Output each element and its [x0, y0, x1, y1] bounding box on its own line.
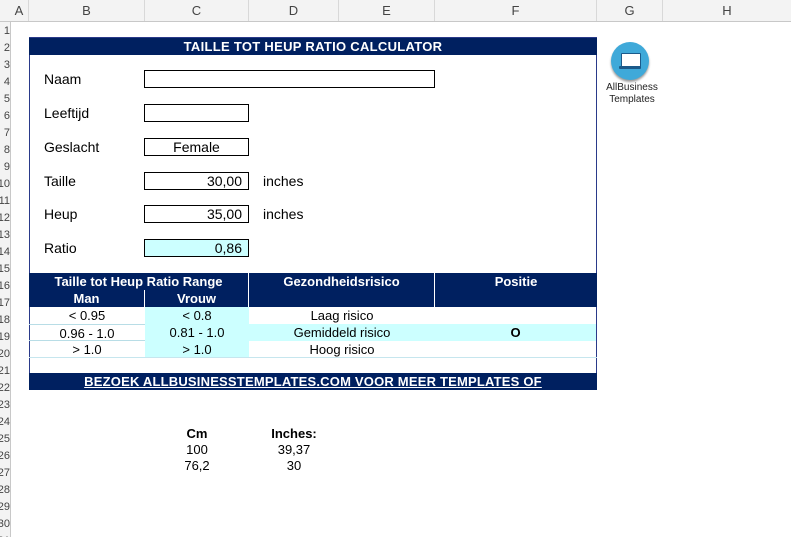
conversion-cell-cm[interactable]: 100 [145, 441, 249, 458]
row-header[interactable]: 28 [0, 484, 10, 496]
column-header-c[interactable]: C [145, 0, 249, 21]
hip-label: Heup [44, 206, 78, 222]
table-cell-man[interactable]: 0.96 - 1.0 [29, 324, 145, 341]
row-header[interactable]: 27 [0, 467, 10, 479]
row-header[interactable]: 17 [0, 297, 10, 309]
table-divider [29, 357, 597, 358]
row-header[interactable]: 21 [0, 365, 10, 377]
gender-label: Geslacht [44, 139, 100, 155]
column-header-f[interactable]: F [435, 0, 597, 21]
name-input[interactable] [144, 70, 435, 88]
age-label: Leeftijd [44, 105, 90, 121]
footer-link[interactable]: BEZOEK ALLBUSINESSTEMPLATES.COM VOOR MEE… [29, 373, 597, 390]
conversion-cell-cm[interactable]: 76,2 [145, 457, 249, 474]
ratio-output: 0,86 [144, 239, 249, 257]
table-cell-risk[interactable]: Laag risico [249, 307, 435, 324]
row-header[interactable]: 13 [0, 229, 10, 241]
table-cell-position[interactable] [435, 307, 596, 324]
hip-unit: inches [263, 206, 304, 222]
calculator-title: TAILLE TOT HEUP RATIO CALCULATOR [29, 38, 597, 55]
row-header[interactable]: 22 [0, 382, 10, 394]
row-header[interactable]: 29 [0, 501, 10, 513]
table-cell-risk[interactable]: Gemiddeld risico [249, 324, 435, 341]
row-header[interactable]: 14 [0, 246, 10, 258]
laptop-base-icon [619, 66, 641, 69]
row-header[interactable]: 9 [0, 161, 10, 173]
row-header[interactable]: 7 [0, 127, 10, 139]
column-header-b[interactable]: B [29, 0, 145, 21]
column-header-h[interactable]: H [663, 0, 791, 21]
row-header[interactable]: 25 [0, 433, 10, 445]
conversion-cell-inches[interactable]: 39,37 [249, 441, 339, 458]
table-cell-woman[interactable]: < 0.8 [145, 307, 249, 324]
conversion-header-cm[interactable]: Cm [145, 425, 249, 442]
man-subheader: Man [29, 290, 145, 307]
name-label: Naam [44, 71, 82, 87]
logo-line-1: AllBusiness [606, 82, 658, 93]
allbusiness-logo[interactable] [611, 42, 649, 80]
table-cell-woman[interactable]: > 1.0 [145, 341, 249, 358]
row-header[interactable]: 12 [0, 212, 10, 224]
table-cell-risk[interactable]: Hoog risico [249, 341, 435, 358]
column-header-bar: A B C D E F G H [0, 0, 791, 22]
range-header: Taille tot Heup Ratio Range [29, 273, 249, 290]
logo-line-2: Templates [609, 94, 655, 105]
row-header[interactable]: 23 [0, 399, 10, 411]
laptop-icon [621, 53, 641, 67]
row-header[interactable]: 3 [0, 59, 10, 71]
table-cell-position[interactable] [435, 341, 596, 358]
row-header[interactable]: 11 [0, 195, 10, 207]
column-header-e[interactable]: E [339, 0, 435, 21]
logo-text: AllBusiness Templates [601, 82, 663, 106]
risk-header: Gezondheidsrisico [249, 273, 435, 290]
row-header[interactable]: 30 [0, 518, 10, 530]
waist-unit: inches [263, 173, 304, 189]
row-header[interactable]: 15 [0, 263, 10, 275]
table-cell-man[interactable]: > 1.0 [29, 341, 145, 358]
row-header[interactable]: 26 [0, 450, 10, 462]
woman-subheader: Vrouw [145, 290, 249, 307]
table-cell-position[interactable]: O [435, 324, 596, 341]
column-header-d[interactable]: D [249, 0, 339, 21]
position-header: Positie [494, 274, 538, 289]
waist-input[interactable]: 30,00 [144, 172, 249, 190]
row-header[interactable]: 4 [0, 76, 10, 88]
row-header[interactable]: 8 [0, 144, 10, 156]
table-cell-man[interactable]: < 0.95 [29, 307, 145, 324]
table-cell-woman[interactable]: 0.81 - 1.0 [145, 324, 249, 341]
row-header[interactable]: 19 [0, 331, 10, 343]
row-header[interactable]: 10 [0, 178, 10, 190]
row-header[interactable]: 18 [0, 314, 10, 326]
row-header[interactable]: 24 [0, 416, 10, 428]
conversion-header-inches[interactable]: Inches: [249, 425, 339, 442]
row-header[interactable]: 2 [0, 42, 10, 54]
column-header-g[interactable]: G [597, 0, 663, 21]
row-header[interactable]: 5 [0, 93, 10, 105]
row-header-strip: 1 2 3 4 5 6 7 8 9 10 11 12 13 14 15 16 1… [0, 22, 11, 537]
gender-select[interactable]: Female [144, 138, 249, 156]
hip-input[interactable]: 35,00 [144, 205, 249, 223]
conversion-cell-inches[interactable]: 30 [249, 457, 339, 474]
risk-subheader-blank [249, 290, 435, 307]
row-header[interactable]: 1 [0, 25, 10, 37]
waist-label: Taille [44, 173, 76, 189]
row-header[interactable]: 6 [0, 110, 10, 122]
row-header[interactable]: 20 [0, 348, 10, 360]
column-header-a[interactable]: A [10, 0, 29, 21]
age-input[interactable] [144, 104, 249, 122]
row-header[interactable]: 16 [0, 280, 10, 292]
ratio-label: Ratio [44, 240, 77, 256]
